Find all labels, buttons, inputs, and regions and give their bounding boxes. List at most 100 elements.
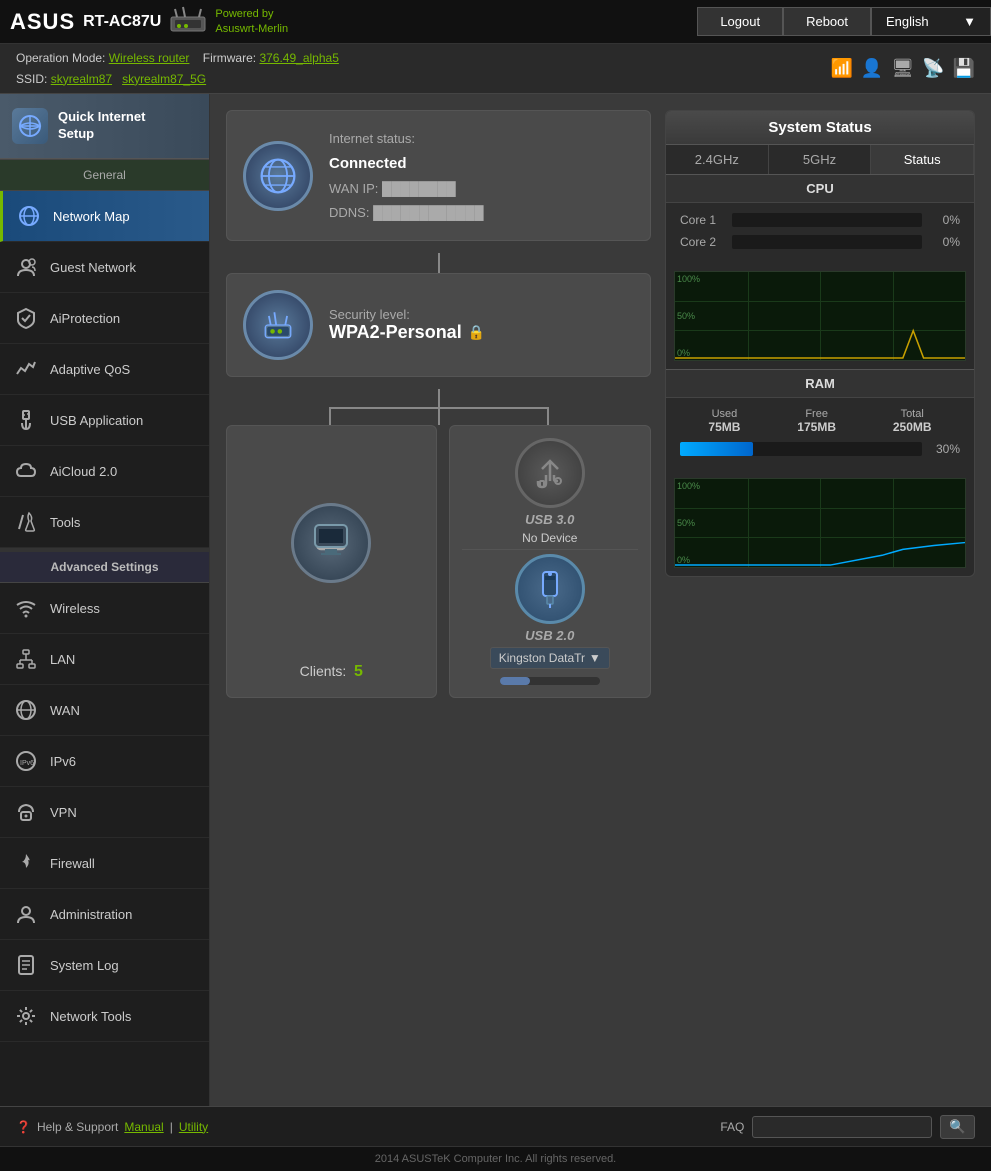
connector-1 bbox=[226, 253, 651, 273]
security-value: WPA2-Personal 🔒 bbox=[329, 322, 485, 343]
usb30-icon bbox=[515, 438, 585, 508]
usb-application-icon bbox=[12, 406, 40, 434]
ram-pct: 30% bbox=[930, 442, 960, 456]
wan-ip-label: WAN IP: bbox=[329, 181, 378, 196]
t-horiz bbox=[329, 407, 549, 409]
ram-bar-row: 30% bbox=[680, 442, 960, 456]
ram-used-stat: Used 75MB bbox=[708, 408, 740, 434]
ram-total-stat: Total 250MB bbox=[893, 408, 932, 434]
network-map-label: Network Map bbox=[53, 209, 130, 224]
internet-icon bbox=[243, 141, 313, 211]
usb-progress-fill bbox=[500, 677, 530, 685]
chevron-down-icon: ▼ bbox=[963, 14, 976, 29]
sidebar-item-network-map[interactable]: Network Map bbox=[0, 191, 209, 242]
cpu-graph-svg bbox=[675, 272, 965, 360]
map-main: Internet status: Connected WAN IP: █████… bbox=[226, 110, 651, 698]
usb-application-label: USB Application bbox=[50, 413, 143, 428]
t-vert-left bbox=[329, 407, 331, 425]
sidebar-item-guest-network[interactable]: Guest Network bbox=[0, 242, 209, 293]
network-tools-icon bbox=[12, 1002, 40, 1030]
sidebar-item-ipv6[interactable]: IPv6 IPv6 bbox=[0, 736, 209, 787]
language-selector[interactable]: English ▼ bbox=[871, 7, 991, 36]
model-name: RT-AC87U bbox=[83, 13, 161, 31]
clients-card[interactable]: Clients: 5 bbox=[226, 425, 437, 698]
guest-network-icon bbox=[12, 253, 40, 281]
statusbar: Operation Mode: Wireless router Firmware… bbox=[0, 44, 991, 94]
sidebar-item-aicloud[interactable]: AiCloud 2.0 bbox=[0, 446, 209, 497]
ram-free-stat: Free 175MB bbox=[797, 408, 836, 434]
usb30-section: USB 3.0 No Device bbox=[462, 438, 639, 545]
clients-label: Clients: bbox=[300, 663, 347, 679]
internet-status-value: Connected bbox=[329, 150, 484, 177]
security-info: Security level: WPA2-Personal 🔒 bbox=[329, 307, 485, 343]
faq-search-input[interactable] bbox=[752, 1116, 932, 1138]
sidebar-item-firewall[interactable]: Firewall bbox=[0, 838, 209, 889]
quick-internet-label: Quick Internet Setup bbox=[58, 109, 145, 143]
wireless-icon bbox=[12, 594, 40, 622]
wan-icon bbox=[12, 696, 40, 724]
copyright-bar: 2014 ASUSTeK Computer Inc. All rights re… bbox=[0, 1146, 991, 1171]
operation-mode-value[interactable]: Wireless router bbox=[109, 51, 190, 65]
lan-icon bbox=[12, 645, 40, 673]
sidebar-item-system-log[interactable]: System Log bbox=[0, 940, 209, 991]
ddns-value: ████████████ bbox=[373, 205, 484, 220]
monitor-status-icon: 🖥 bbox=[891, 58, 914, 79]
content-area: Internet status: Connected WAN IP: █████… bbox=[210, 94, 991, 1106]
sidebar-item-usb-application[interactable]: USB Application bbox=[0, 395, 209, 446]
core1-row: Core 1 0% bbox=[680, 213, 960, 227]
usb-device-selector[interactable]: Kingston DataTr ▼ bbox=[490, 647, 610, 669]
help-label: Help & Support bbox=[37, 1120, 118, 1134]
firmware-value[interactable]: 376.49_alpha5 bbox=[259, 51, 338, 65]
sidebar-item-network-tools[interactable]: Network Tools bbox=[0, 991, 209, 1042]
ipv6-label: IPv6 bbox=[50, 754, 76, 769]
topbar-buttons: Logout Reboot English ▼ bbox=[697, 7, 991, 36]
save-status-icon: 💾 bbox=[953, 58, 975, 79]
adaptive-qos-label: Adaptive QoS bbox=[50, 362, 130, 377]
sidebar-item-quick-internet[interactable]: Quick Internet Setup bbox=[0, 94, 209, 159]
administration-icon bbox=[12, 900, 40, 928]
administration-label: Administration bbox=[50, 907, 132, 922]
bottombar: ❓ Help & Support Manual | Utility FAQ 🔍 bbox=[0, 1106, 991, 1146]
sidebar-item-administration[interactable]: Administration bbox=[0, 889, 209, 940]
bottombar-right: FAQ 🔍 bbox=[720, 1115, 975, 1139]
sidebar-item-adaptive-qos[interactable]: Adaptive QoS bbox=[0, 344, 209, 395]
internet-card: Internet status: Connected WAN IP: █████… bbox=[226, 110, 651, 241]
faq-search-button[interactable]: 🔍 bbox=[940, 1115, 975, 1139]
usb-divider bbox=[462, 549, 639, 550]
clients-count: 5 bbox=[354, 663, 363, 680]
adaptive-qos-icon bbox=[12, 355, 40, 383]
utility-link[interactable]: Utility bbox=[179, 1120, 208, 1134]
internet-status-label: Internet status: bbox=[329, 131, 415, 146]
ram-bar-bg bbox=[680, 442, 922, 456]
ai-protection-label: AiProtection bbox=[50, 311, 120, 326]
ssid2-value[interactable]: skyrealm87_5G bbox=[122, 72, 206, 86]
wifi-status-icon: 📶 bbox=[830, 58, 852, 79]
sidebar-item-vpn[interactable]: VPN bbox=[0, 787, 209, 838]
core2-label: Core 2 bbox=[680, 235, 724, 249]
connector-line bbox=[438, 253, 440, 273]
sidebar-item-lan[interactable]: LAN bbox=[0, 634, 209, 685]
network-map-icon bbox=[15, 202, 43, 230]
tab-24ghz[interactable]: 2.4GHz bbox=[666, 145, 769, 174]
t-connector bbox=[226, 389, 651, 425]
clients-icon bbox=[291, 503, 371, 583]
ram-graph: 100% 50% 0% bbox=[674, 478, 966, 568]
ram-section: Used 75MB Free 175MB Total 250MB bbox=[666, 398, 974, 474]
tab-status[interactable]: Status bbox=[871, 145, 974, 174]
ssid1-value[interactable]: skyrealm87 bbox=[51, 72, 112, 86]
reboot-button[interactable]: Reboot bbox=[783, 7, 871, 36]
ram-used-value: 75MB bbox=[708, 420, 740, 434]
sidebar-item-ai-protection[interactable]: AiProtection bbox=[0, 293, 209, 344]
manual-link[interactable]: Manual bbox=[124, 1120, 163, 1134]
clients-label-row: Clients: 5 bbox=[300, 663, 363, 681]
tab-5ghz[interactable]: 5GHz bbox=[769, 145, 872, 174]
section-advanced-settings: Advanced Settings bbox=[0, 548, 209, 583]
sidebar-item-wireless[interactable]: Wireless bbox=[0, 583, 209, 634]
logout-button[interactable]: Logout bbox=[697, 7, 783, 36]
tools-label: Tools bbox=[50, 515, 80, 530]
aicloud-icon bbox=[12, 457, 40, 485]
sidebar-item-wan[interactable]: WAN bbox=[0, 685, 209, 736]
bottom-cards: Clients: 5 bbox=[226, 425, 651, 698]
sidebar-item-tools[interactable]: Tools bbox=[0, 497, 209, 548]
vpn-icon bbox=[12, 798, 40, 826]
